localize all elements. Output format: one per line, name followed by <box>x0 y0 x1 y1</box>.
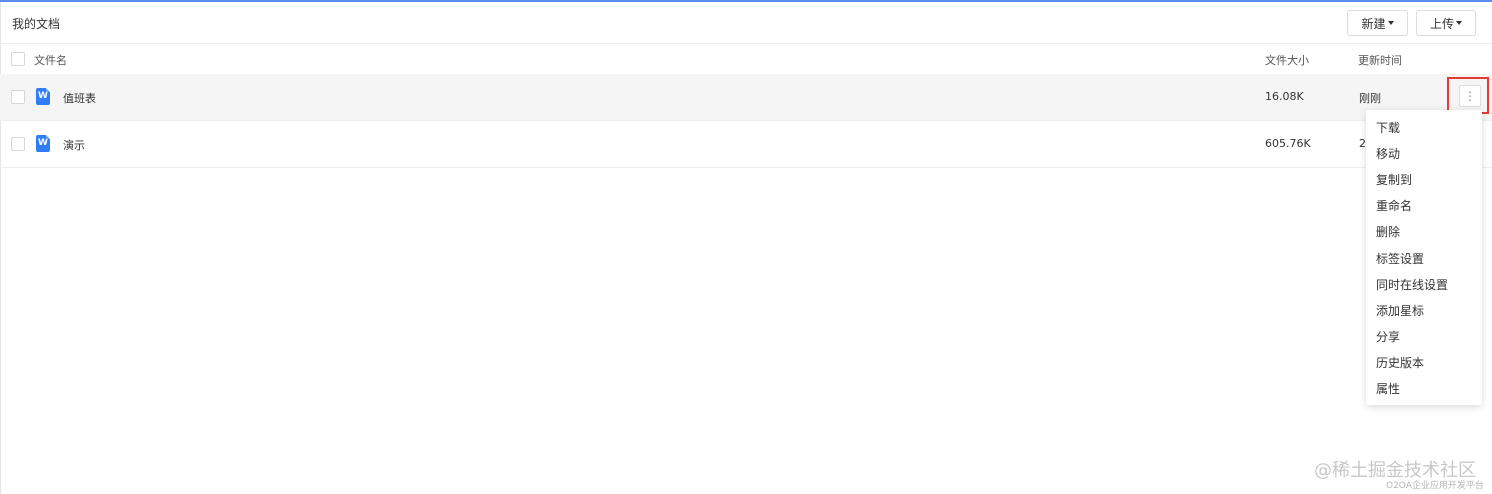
new-button-label: 新建 <box>1361 16 1386 31</box>
table-row[interactable]: W 值班表 16.08K 刚刚 <box>0 74 1492 121</box>
caret-down-icon <box>1456 21 1462 25</box>
select-all-checkbox[interactable] <box>11 52 25 66</box>
file-updated: 刚刚 <box>1359 92 1381 105</box>
table-row[interactable]: W 演示 605.76K 2 <box>0 121 1492 168</box>
row-checkbox[interactable] <box>11 137 25 151</box>
file-size: 605.76K <box>1265 137 1311 150</box>
file-name[interactable]: 值班表 <box>63 90 96 106</box>
watermark-subtitle: O2OA企业应用开发平台 <box>1386 481 1484 491</box>
menu-item-tag-settings[interactable]: 标签设置 <box>1376 250 1424 267</box>
column-header-updated[interactable]: 更新时间 <box>1358 52 1402 68</box>
menu-item-share[interactable]: 分享 <box>1376 328 1400 345</box>
row-checkbox[interactable] <box>11 90 25 104</box>
upload-button[interactable]: 上传 <box>1416 10 1476 36</box>
file-size: 16.08K <box>1265 90 1304 103</box>
file-updated: 2 <box>1359 137 1366 150</box>
word-doc-icon: W <box>36 88 50 105</box>
menu-item-move[interactable]: 移动 <box>1376 145 1400 162</box>
menu-item-rename[interactable]: 重命名 <box>1376 197 1412 214</box>
menu-item-download[interactable]: 下载 <box>1376 119 1400 136</box>
context-menu: 下载 移动 复制到 重命名 删除 标签设置 同时在线设置 添加星标 分享 历史版… <box>1366 110 1482 405</box>
menu-item-delete[interactable]: 删除 <box>1376 223 1400 240</box>
word-doc-icon: W <box>36 135 50 152</box>
upload-button-label: 上传 <box>1429 16 1454 31</box>
column-header-size[interactable]: 文件大小 <box>1265 52 1309 68</box>
menu-item-add-star[interactable]: 添加星标 <box>1376 302 1424 319</box>
menu-item-properties[interactable]: 属性 <box>1376 380 1400 397</box>
caret-down-icon <box>1387 21 1394 25</box>
menu-item-coedit-settings[interactable]: 同时在线设置 <box>1376 276 1448 293</box>
column-header-name[interactable]: 文件名 <box>34 52 67 68</box>
file-name[interactable]: 演示 <box>63 137 85 153</box>
toolbar: 我的文档 新建 上传 <box>0 2 1492 44</box>
menu-item-history[interactable]: 历史版本 <box>1376 354 1424 371</box>
page-title: 我的文档 <box>12 17 61 31</box>
table-header: 文件名 文件大小 更新时间 <box>0 44 1492 74</box>
highlight-box <box>1447 77 1489 114</box>
new-button[interactable]: 新建 <box>1347 10 1408 36</box>
menu-item-copy-to[interactable]: 复制到 <box>1376 171 1412 188</box>
